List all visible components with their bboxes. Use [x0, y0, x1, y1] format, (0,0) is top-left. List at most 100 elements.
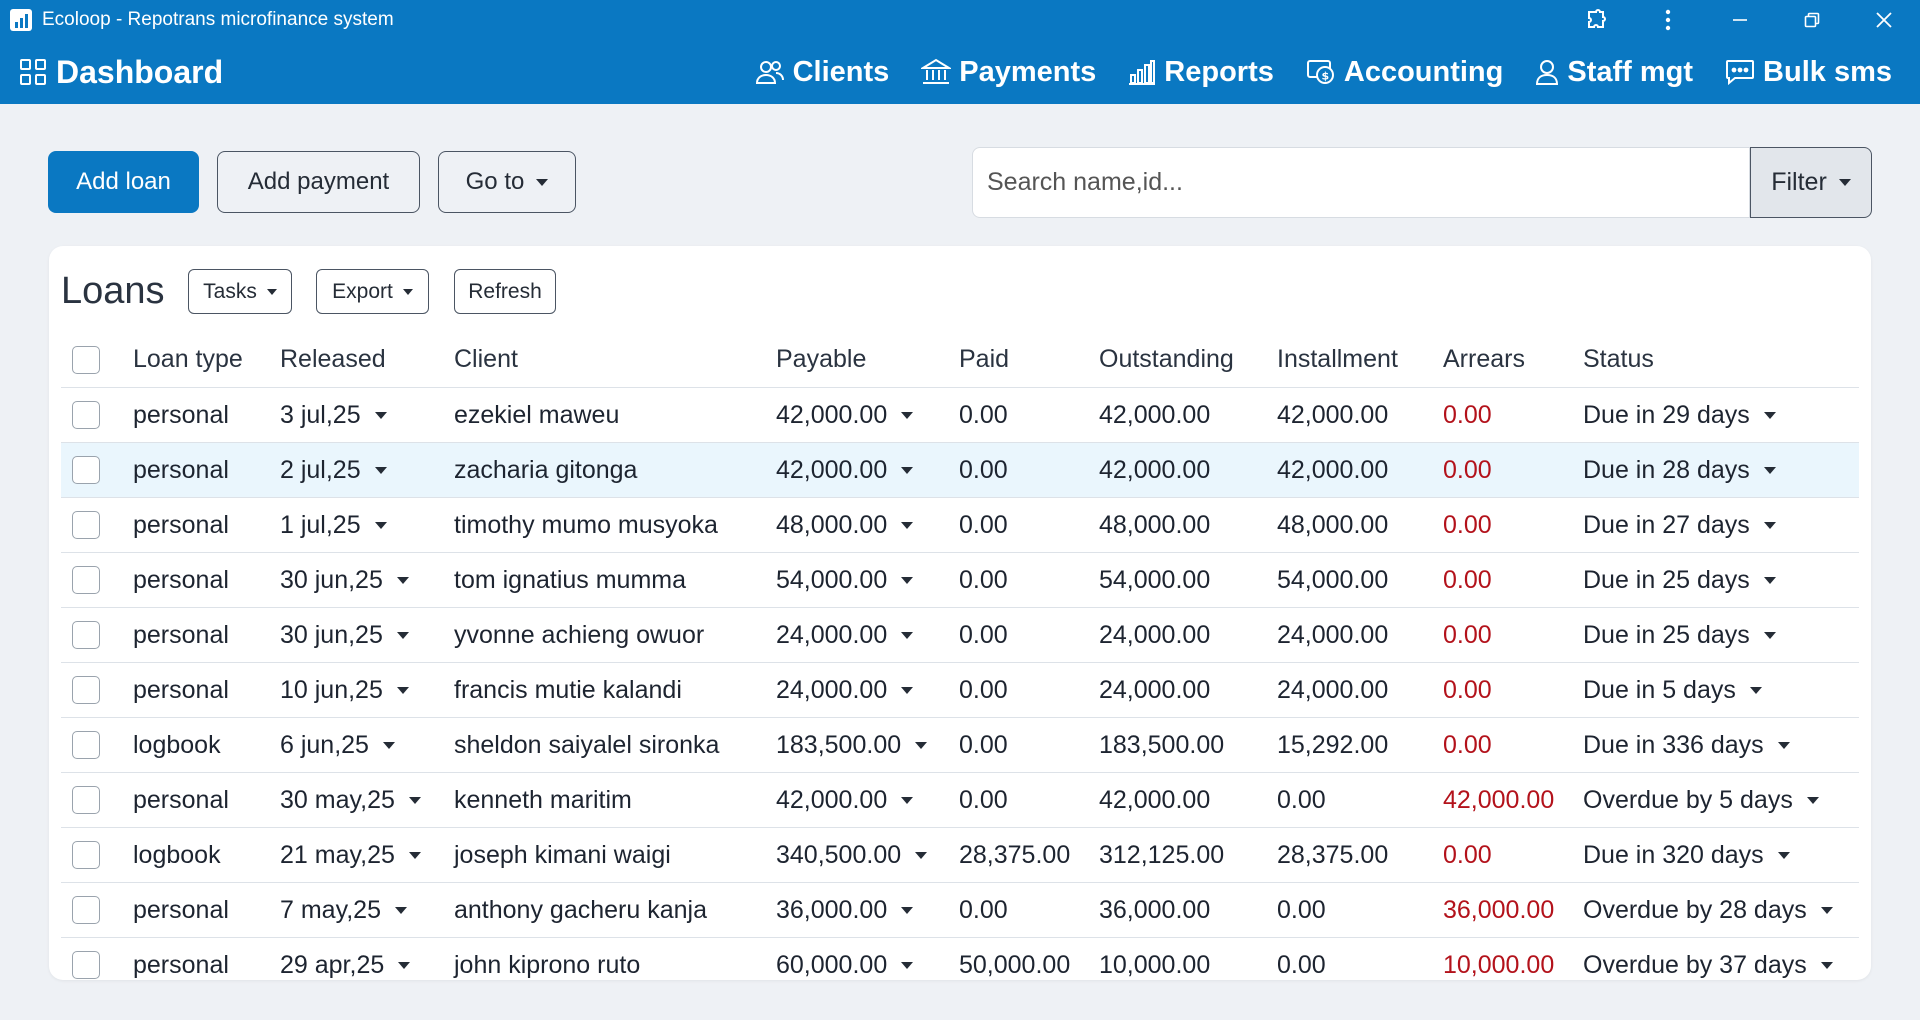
close-icon[interactable]	[1848, 0, 1920, 40]
restore-icon[interactable]	[1776, 0, 1848, 40]
cell-client[interactable]: yvonne achieng owuor	[454, 608, 704, 662]
chevron-down-icon[interactable]	[374, 466, 387, 474]
chevron-down-icon[interactable]	[1763, 631, 1776, 639]
cell-status[interactable]: Due in 320 days	[1583, 828, 1790, 882]
chevron-down-icon[interactable]	[1806, 796, 1819, 804]
cell-status[interactable]: Overdue by 28 days	[1583, 883, 1833, 937]
cell-released[interactable]: 21 may,25	[280, 828, 421, 882]
cell-released[interactable]: 30 jun,25	[280, 608, 409, 662]
cell-client[interactable]: tom ignatius mumma	[454, 553, 686, 607]
chevron-down-icon[interactable]	[408, 796, 421, 804]
chevron-down-icon[interactable]	[901, 906, 914, 914]
col-loan-type[interactable]: Loan type	[133, 332, 243, 387]
col-client[interactable]: Client	[454, 332, 518, 387]
chevron-down-icon[interactable]	[382, 741, 395, 749]
cell-client[interactable]: john kiprono ruto	[454, 938, 640, 980]
cell-status[interactable]: Due in 28 days	[1583, 443, 1776, 497]
cell-released[interactable]: 30 jun,25	[280, 553, 409, 607]
cell-client[interactable]: ezekiel maweu	[454, 388, 619, 442]
export-dropdown[interactable]: Export	[316, 269, 429, 314]
dashboard-link[interactable]: Dashboard	[20, 54, 223, 91]
cell-released[interactable]: 2 jul,25	[280, 443, 387, 497]
select-all-checkbox[interactable]	[72, 345, 100, 374]
table-row[interactable]: personal 30 may,25 kenneth maritim 42,000.0…	[61, 773, 1859, 828]
cell-payable[interactable]: 42,000.00	[776, 443, 914, 497]
minimize-icon[interactable]	[1704, 0, 1776, 40]
table-row[interactable]: personal 3 jul,25 ezekiel maweu 42,000.00 0.…	[61, 388, 1859, 443]
add-payment-button[interactable]: Add payment	[217, 151, 420, 213]
chevron-down-icon[interactable]	[915, 741, 928, 749]
chevron-down-icon[interactable]	[901, 796, 914, 804]
cell-released[interactable]: 10 jun,25	[280, 663, 409, 717]
col-status[interactable]: Status	[1583, 332, 1654, 387]
row-checkbox[interactable]	[72, 676, 100, 704]
table-row[interactable]: personal 7 may,25 anthony gacheru kanja 36,…	[61, 883, 1859, 938]
chevron-down-icon[interactable]	[901, 466, 914, 474]
col-payable[interactable]: Payable	[776, 332, 866, 387]
refresh-button[interactable]: Refresh	[454, 269, 556, 314]
chevron-down-icon[interactable]	[901, 686, 914, 694]
row-checkbox[interactable]	[72, 456, 100, 484]
go-to-dropdown[interactable]: Go to	[438, 151, 576, 213]
extension-icon[interactable]	[1560, 0, 1632, 40]
cell-payable[interactable]: 24,000.00	[776, 608, 914, 662]
chevron-down-icon[interactable]	[901, 576, 914, 584]
chevron-down-icon[interactable]	[901, 411, 914, 419]
nav-staff[interactable]: Staff mgt	[1535, 56, 1693, 89]
chevron-down-icon[interactable]	[1763, 576, 1776, 584]
cell-client[interactable]: timothy mumo musyoka	[454, 498, 718, 552]
chevron-down-icon[interactable]	[901, 961, 914, 969]
cell-payable[interactable]: 42,000.00	[776, 773, 914, 827]
cell-payable[interactable]: 42,000.00	[776, 388, 914, 442]
chevron-down-icon[interactable]	[1820, 906, 1833, 914]
table-row[interactable]: personal 2 jul,25 zacharia gitonga 42,000.0…	[61, 443, 1859, 498]
chevron-down-icon[interactable]	[396, 686, 409, 694]
cell-client[interactable]: zacharia gitonga	[454, 443, 637, 497]
cell-client[interactable]: sheldon saiyalel sironka	[454, 718, 719, 772]
cell-status[interactable]: Due in 5 days	[1583, 663, 1762, 717]
row-checkbox[interactable]	[72, 951, 100, 979]
nav-payments[interactable]: Payments	[921, 56, 1096, 89]
col-arrears[interactable]: Arrears	[1443, 332, 1525, 387]
chevron-down-icon[interactable]	[1763, 411, 1776, 419]
chevron-down-icon[interactable]	[1820, 961, 1833, 969]
table-row[interactable]: personal 1 jul,25 timothy mumo musyoka 48,0…	[61, 498, 1859, 553]
col-released[interactable]: Released	[280, 332, 386, 387]
table-row[interactable]: logbook 21 may,25 joseph kimani waigi 340,5…	[61, 828, 1859, 883]
cell-released[interactable]: 29 apr,25	[280, 938, 411, 980]
nav-clients[interactable]: Clients	[755, 56, 889, 89]
cell-released[interactable]: 3 jul,25	[280, 388, 387, 442]
tasks-dropdown[interactable]: Tasks	[188, 269, 292, 314]
chevron-down-icon[interactable]	[1763, 521, 1776, 529]
chevron-down-icon[interactable]	[915, 851, 928, 859]
chevron-down-icon[interactable]	[374, 521, 387, 529]
row-checkbox[interactable]	[72, 731, 100, 759]
cell-payable[interactable]: 24,000.00	[776, 663, 914, 717]
cell-released[interactable]: 1 jul,25	[280, 498, 387, 552]
row-checkbox[interactable]	[72, 566, 100, 594]
cell-client[interactable]: joseph kimani waigi	[454, 828, 671, 882]
cell-client[interactable]: francis mutie kalandi	[454, 663, 682, 717]
cell-client[interactable]: kenneth maritim	[454, 773, 632, 827]
col-outstanding[interactable]: Outstanding	[1099, 332, 1234, 387]
more-icon[interactable]	[1632, 0, 1704, 40]
row-checkbox[interactable]	[72, 841, 100, 869]
cell-payable[interactable]: 36,000.00	[776, 883, 914, 937]
cell-payable[interactable]: 48,000.00	[776, 498, 914, 552]
table-row[interactable]: personal 30 jun,25 tom ignatius mumma 54,00…	[61, 553, 1859, 608]
cell-client[interactable]: anthony gacheru kanja	[454, 883, 707, 937]
cell-released[interactable]: 30 may,25	[280, 773, 421, 827]
col-installment[interactable]: Installment	[1277, 332, 1398, 387]
chevron-down-icon[interactable]	[1777, 851, 1790, 859]
cell-status[interactable]: Due in 29 days	[1583, 388, 1776, 442]
cell-payable[interactable]: 60,000.00	[776, 938, 914, 980]
search-input[interactable]	[972, 147, 1750, 218]
cell-payable[interactable]: 340,500.00	[776, 828, 928, 882]
cell-released[interactable]: 7 may,25	[280, 883, 407, 937]
cell-status[interactable]: Due in 25 days	[1583, 608, 1776, 662]
chevron-down-icon[interactable]	[398, 961, 411, 969]
nav-accounting[interactable]: $ Accounting	[1306, 56, 1503, 89]
row-checkbox[interactable]	[72, 786, 100, 814]
chevron-down-icon[interactable]	[1763, 466, 1776, 474]
cell-status[interactable]: Due in 336 days	[1583, 718, 1790, 772]
